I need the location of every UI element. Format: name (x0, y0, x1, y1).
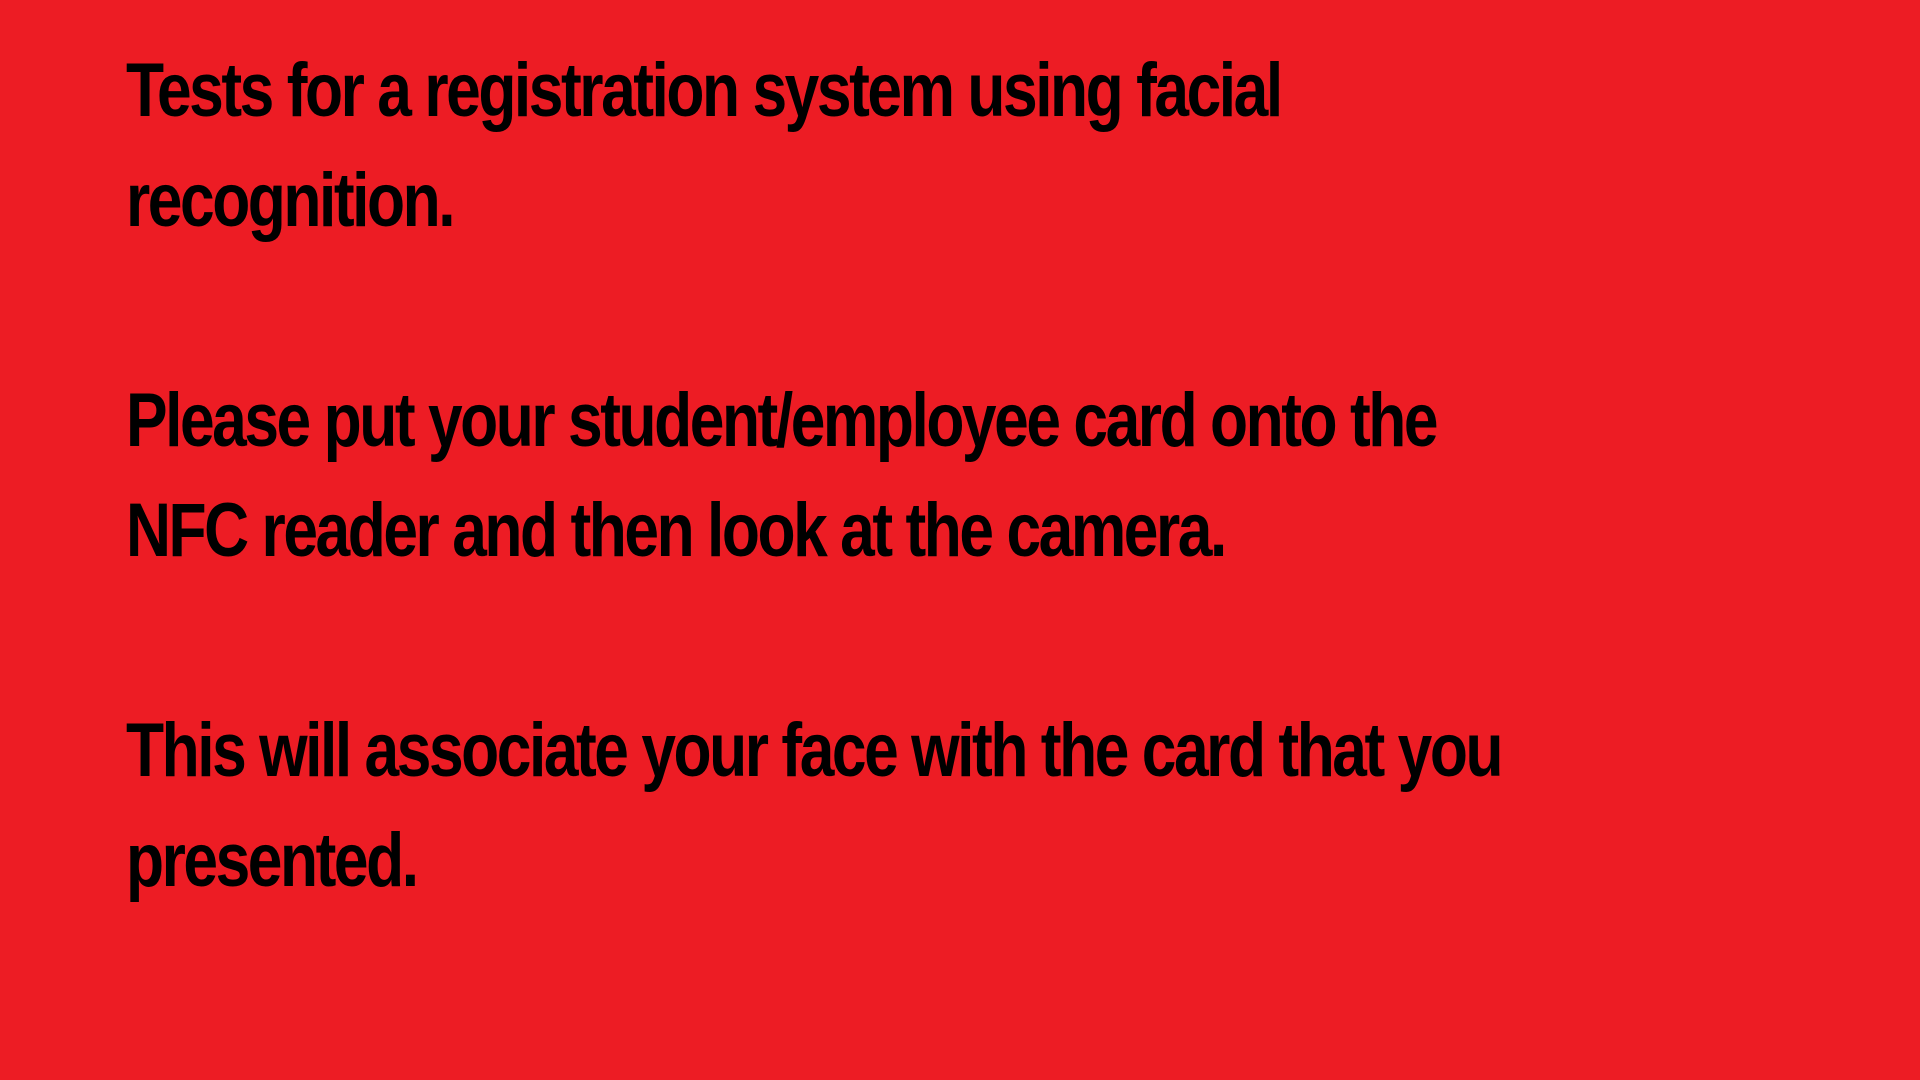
info-text: This will associate your face with the c… (126, 696, 1766, 916)
instruction-text: Please put your student/employee card on… (126, 366, 1766, 586)
title-line-2: recognition. (126, 158, 456, 243)
title-text: Tests for a registration system using fa… (126, 36, 1766, 256)
title-line-1: Tests for a registration system using fa… (126, 48, 1283, 133)
info-line-1: This will associate your face with the c… (126, 708, 1504, 793)
registration-screen: Tests for a registration system using fa… (0, 0, 1920, 1080)
info-line-2: presented. (126, 818, 419, 903)
message-block: Tests for a registration system using fa… (126, 36, 1826, 1026)
instruction-line-1: Please put your student/employee card on… (126, 378, 1439, 463)
instruction-line-2: NFC reader and then look at the camera. (126, 488, 1227, 573)
